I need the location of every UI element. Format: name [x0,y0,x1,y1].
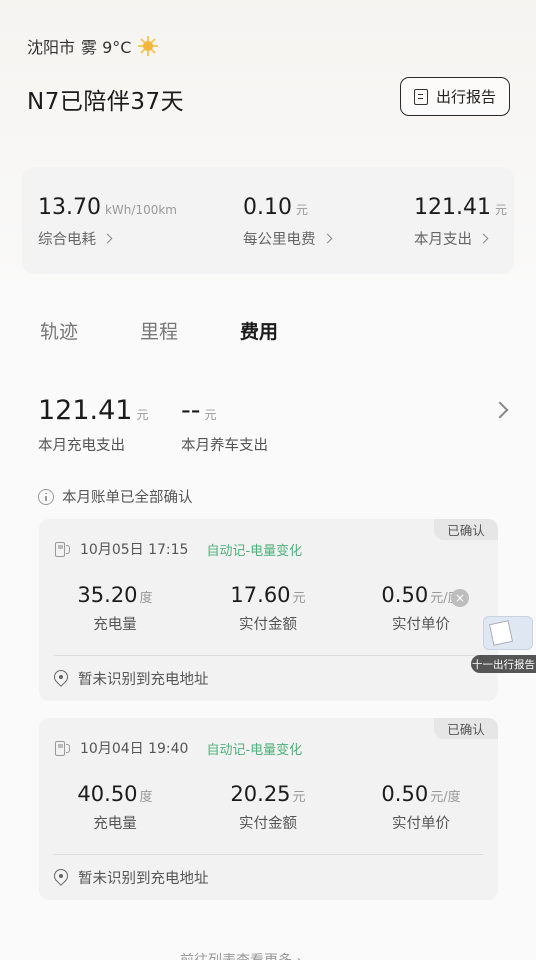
energy-label: 充电量 [93,617,137,633]
info-icon [38,488,54,505]
stat-label: 综合电耗 [38,232,96,248]
stat-unit: 元 [295,203,308,217]
stat-value: 0.10 [243,195,292,220]
unit-price-value: 0.50 [381,583,429,607]
stat-label: 本月支出 [414,232,472,248]
charging-spend-unit: 元 [136,408,149,422]
energy-value: 40.50 [77,782,138,806]
page-title: N7已陪伴37天 [27,89,185,115]
amount-metric: 20.25 元 实付金额 [193,782,343,833]
divider [54,655,483,656]
charging-record-card[interactable]: 已确认 10月05日 17:15 自动记-电量变化 35.20 度 充电量 17.… [39,519,498,701]
city-label: 沈阳市 [27,38,76,57]
stat-label: 每公里电费 [243,232,316,248]
unit-price-label: 实付单价 [392,816,450,832]
charging-address: 暂未识别到充电地址 [78,871,209,887]
amount-value: 20.25 [230,782,291,806]
location-pin-icon [51,866,71,886]
unit-price-metric: 0.50 元/度 实付单价 [346,782,496,833]
weather-label: 雾 9°C [81,38,132,57]
bill-confirm-note: 本月账单已全部确认 [38,486,193,507]
record-datetime: 10月05日 17:15 [80,542,189,558]
unit-price-unit: 元/度 [430,790,461,805]
energy-unit: 度 [139,591,153,606]
stats-card: 13.70 kWh/100km 综合电耗 0.10 元 每公里电费 121.41 元 … [22,167,514,274]
stat-monthly-spend[interactable]: 121.41 元 本月支出 [414,195,507,249]
charging-record-card[interactable]: 已确认 10月04日 19:40 自动记-电量变化 40.50 度 充电量 20.… [39,718,498,900]
trip-report-label: 出行报告 [435,88,496,106]
holiday-report-label: 十一出行报告 [471,655,536,673]
location-pin-icon [51,667,71,687]
holiday-report-widget[interactable]: 十一出行报告 [471,614,536,674]
amount-label: 实付金额 [239,617,297,633]
maintenance-spend-unit: 元 [204,408,217,422]
status-badge: 已确认 [434,519,498,540]
charging-spend-summary[interactable]: 121.41 元 本月充电支出 [38,395,149,455]
amount-value: 17.60 [230,583,291,607]
tab-track[interactable]: 轨迹 [40,317,78,344]
maintenance-spend-summary[interactable]: -- 元 本月养车支出 [181,395,268,455]
close-icon[interactable]: × [451,589,469,607]
tab-mileage[interactable]: 里程 [140,317,178,344]
energy-unit: 度 [139,790,153,805]
trip-report-button[interactable]: 出行报告 [400,77,510,116]
amount-metric: 17.60 元 实付金额 [193,583,343,634]
maintenance-spend-value: -- [181,395,201,426]
charging-spend-value: 121.41 [38,395,133,426]
energy-metric: 35.20 度 充电量 [40,583,190,634]
chevron-right-icon [478,233,489,244]
charging-address: 暂未识别到充电地址 [78,672,209,688]
unit-price-value: 0.50 [381,782,429,806]
view-more-link[interactable]: 前往列表查看更多 › [180,950,302,960]
stat-energy[interactable]: 13.70 kWh/100km 综合电耗 [38,195,177,249]
stat-unit: kWh/100km [104,203,177,217]
divider [54,854,483,855]
chevron-right-icon [102,233,113,244]
stat-unit: 元 [494,203,507,217]
amount-unit: 元 [292,790,306,805]
charging-pump-icon [54,541,72,558]
document-icon [413,88,428,105]
energy-label: 充电量 [93,816,137,832]
auto-record-tag: 自动记-电量变化 [206,742,303,758]
status-badge: 已确认 [434,718,498,739]
bill-confirm-text: 本月账单已全部确认 [62,490,193,506]
stat-cost-per-km[interactable]: 0.10 元 每公里电费 [243,195,332,249]
charging-pump-icon [54,740,72,757]
record-datetime: 10月04日 19:40 [80,741,189,757]
energy-value: 35.20 [77,583,138,607]
stat-value: 121.41 [414,195,491,220]
amount-label: 实付金额 [239,816,297,832]
energy-metric: 40.50 度 充电量 [40,782,190,833]
chevron-right-icon [322,233,332,244]
amount-unit: 元 [292,591,306,606]
maintenance-spend-label: 本月养车支出 [181,438,268,454]
sun-icon [137,35,159,57]
tab-cost[interactable]: 费用 [240,317,278,344]
weather-info: 沈阳市 雾 9°C [27,34,159,58]
charging-spend-label: 本月充电支出 [38,438,125,454]
chevron-right-icon[interactable] [491,401,509,419]
auto-record-tag: 自动记-电量变化 [206,543,303,559]
receipt-icon [488,620,514,646]
stat-value: 13.70 [38,195,101,220]
